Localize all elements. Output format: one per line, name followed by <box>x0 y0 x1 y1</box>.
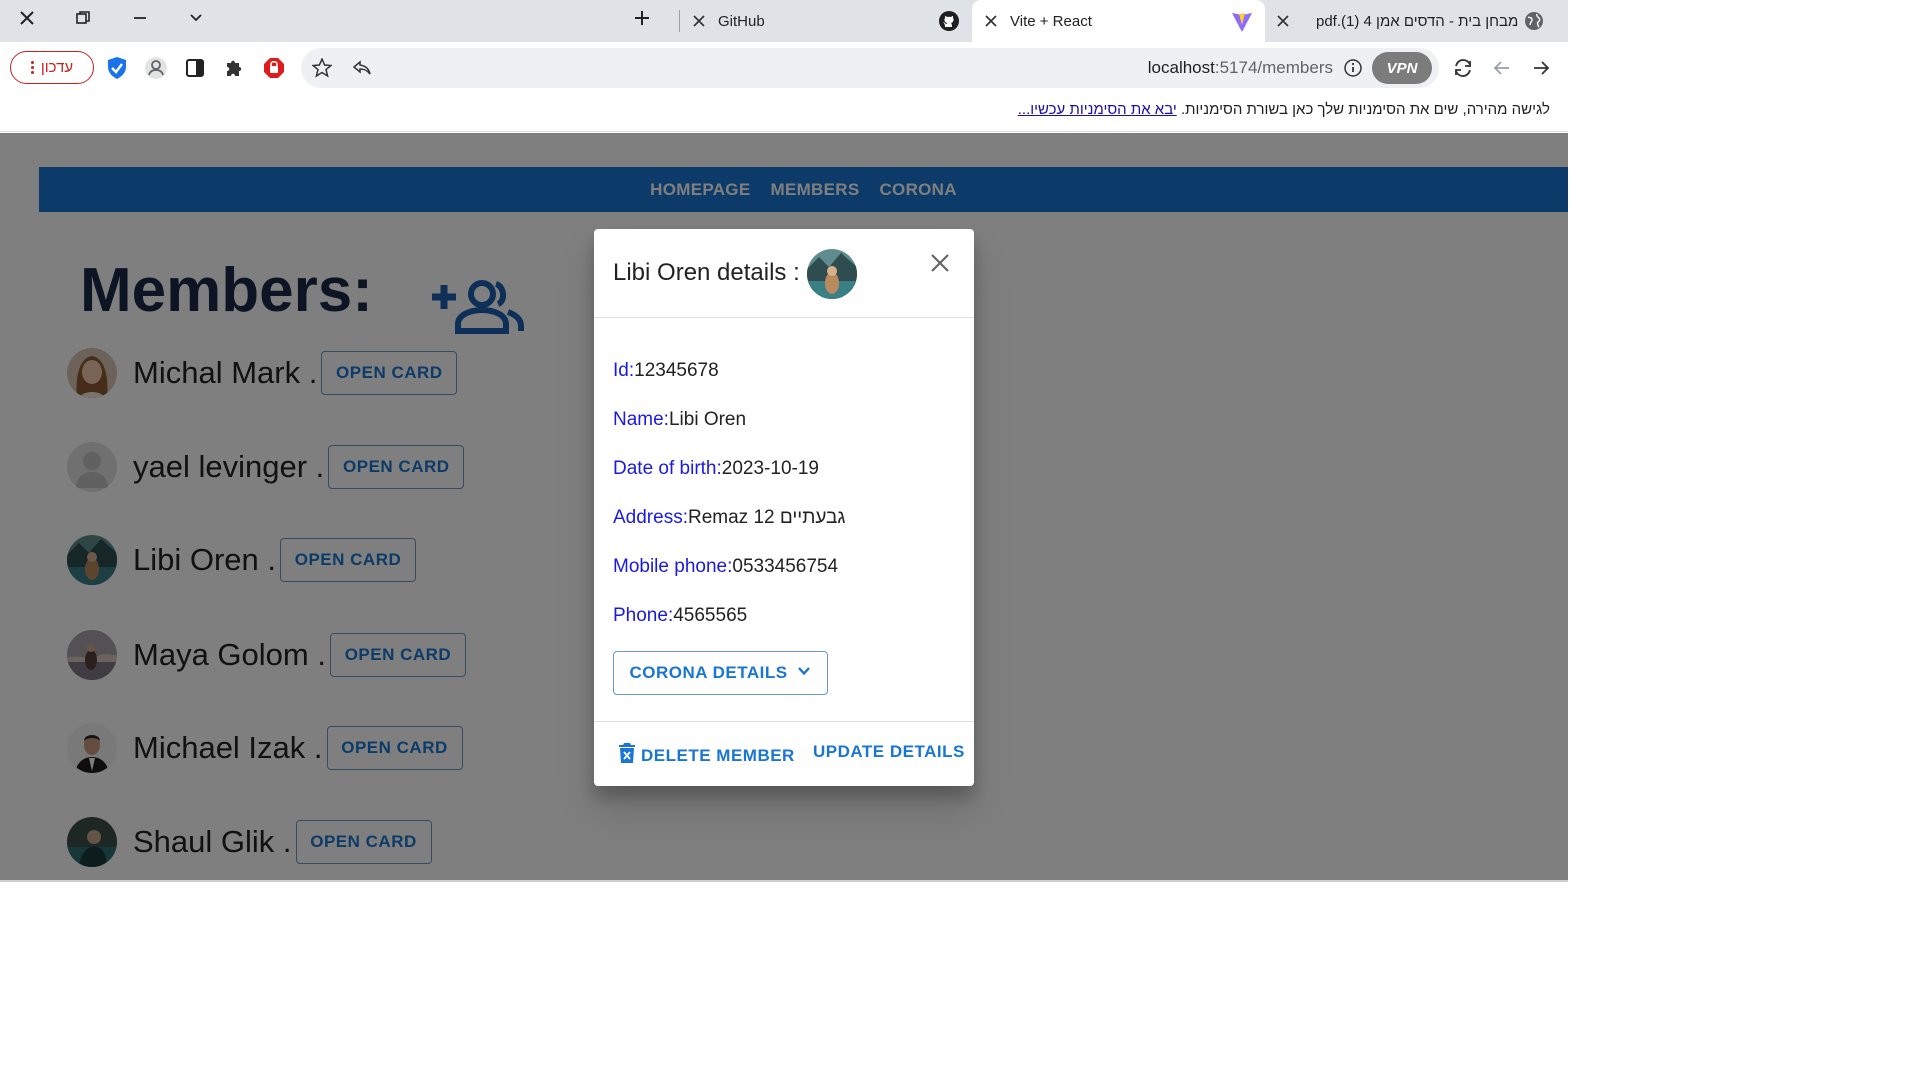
field-value: Remaz 12 גבעתיים <box>687 507 846 528</box>
github-icon <box>938 10 960 36</box>
tab-title: GitHub <box>718 12 765 30</box>
tab-pdf[interactable]: מבחן בית - הדסים אמן 4 pdf.(1) <box>1268 0 1568 42</box>
field-id: Id:12345678 <box>613 360 719 382</box>
url-host: localhost <box>1147 58 1215 77</box>
extensions-puzzle-icon[interactable] <box>221 54 249 82</box>
side-panel-icon[interactable] <box>181 54 209 82</box>
field-label: Id: <box>613 360 635 381</box>
field-value: 12345678 <box>634 360 719 381</box>
update-label: עדכון <box>40 59 74 76</box>
close-tab-icon[interactable] <box>688 10 710 32</box>
vpn-label: VPN <box>1386 59 1418 77</box>
field-address: Address:Remaz 12 גבעתיים <box>613 507 845 529</box>
field-date-of-birth: Date of birth:2023-10-19 <box>613 458 819 480</box>
field-value: 2023-10-19 <box>721 458 819 479</box>
site-info-icon[interactable] <box>1339 54 1367 82</box>
delete-member-button[interactable]: DELETE MEMBER <box>618 742 795 769</box>
update-details-label: UPDATE DETAILS <box>813 742 965 761</box>
member-details-dialog: Libi Oren details : Id:12345678 Name:Lib… <box>594 229 974 786</box>
vite-icon <box>1231 11 1253 37</box>
field-value: 0533456754 <box>732 556 839 577</box>
field-label: Name: <box>613 409 669 430</box>
close-window-icon[interactable] <box>12 5 42 31</box>
close-tab-icon[interactable] <box>980 10 1002 32</box>
field-label: Date of birth: <box>613 458 722 479</box>
new-tab-icon[interactable] <box>627 5 657 31</box>
forward-arrow-icon[interactable] <box>1527 54 1555 82</box>
bookmarks-hint: לגישה מהירה, שים את הסימניות שלך כאן בשו… <box>1018 101 1550 118</box>
close-tab-icon[interactable] <box>1272 10 1294 32</box>
field-label: Phone: <box>613 605 674 626</box>
corona-details-button[interactable]: CORONA DETAILS <box>613 651 828 695</box>
tab-vite-react[interactable]: Vite + React <box>972 0 1265 42</box>
vpn-toggle[interactable]: VPN <box>1372 52 1432 84</box>
field-value: 4565565 <box>673 605 748 626</box>
import-bookmarks-link[interactable]: יבא את הסימניות עכשיו... <box>1018 101 1177 118</box>
field-mobile-phone: Mobile phone:0533456754 <box>613 556 838 578</box>
field-label: Address: <box>613 507 688 528</box>
browser-toolbar: עדכון localhost:5174/members VPN <box>0 42 1568 92</box>
url-text[interactable]: localhost:5174/members <box>1148 58 1333 78</box>
dialog-title: Libi Oren details : <box>613 259 800 286</box>
chevron-down-icon <box>796 663 812 684</box>
profile-icon[interactable] <box>142 54 170 82</box>
minimize-window-icon[interactable] <box>125 5 155 31</box>
dialog-actions: DELETE MEMBER UPDATE DETAILS <box>594 721 974 786</box>
adblock-extension-icon[interactable] <box>260 54 288 82</box>
delete-member-label: DELETE MEMBER <box>641 745 795 765</box>
tab-title: Vite + React <box>1010 12 1092 30</box>
restore-window-icon[interactable] <box>68 5 98 31</box>
field-value: Libi Oren <box>668 409 747 430</box>
corona-details-label: CORONA DETAILS <box>629 663 788 682</box>
reload-icon[interactable] <box>1449 54 1477 82</box>
update-details-button[interactable]: UPDATE DETAILS <box>813 742 965 762</box>
tab-strip: GitHub Vite + React מבחן בית - הדסים אמן… <box>0 0 1568 42</box>
delete-trash-icon <box>618 742 636 769</box>
field-phone: Phone:4565565 <box>613 605 747 627</box>
bookmarks-hint-text: לגישה מהירה, שים את הסימניות שלך כאן בשו… <box>1180 101 1550 118</box>
share-icon[interactable] <box>348 54 376 82</box>
field-name: Name:Libi Oren <box>613 409 746 431</box>
bookmark-star-icon[interactable] <box>308 54 336 82</box>
address-bar[interactable]: localhost:5174/members VPN <box>301 48 1439 88</box>
tab-search-chevron-icon[interactable] <box>181 5 211 31</box>
page-bottom-border <box>0 880 1568 882</box>
globe-icon <box>1524 11 1544 35</box>
url-path: :5174/members <box>1214 58 1333 77</box>
shield-extension-icon[interactable] <box>103 54 131 82</box>
close-icon[interactable] <box>928 251 952 275</box>
member-avatar <box>807 249 857 299</box>
kebab-menu-icon <box>30 61 34 74</box>
tab-github[interactable]: GitHub <box>684 0 968 42</box>
tab-title: מבחן בית - הדסים אמן 4 pdf.(1) <box>1316 12 1519 30</box>
dialog-header: Libi Oren details : <box>594 229 974 318</box>
back-arrow-icon[interactable] <box>1488 54 1516 82</box>
bookmarks-bar: לגישה מהירה, שים את הסימניות שלך כאן בשו… <box>0 92 1568 132</box>
field-label: Mobile phone: <box>613 556 733 577</box>
browser-update-button[interactable]: עדכון <box>10 51 94 84</box>
